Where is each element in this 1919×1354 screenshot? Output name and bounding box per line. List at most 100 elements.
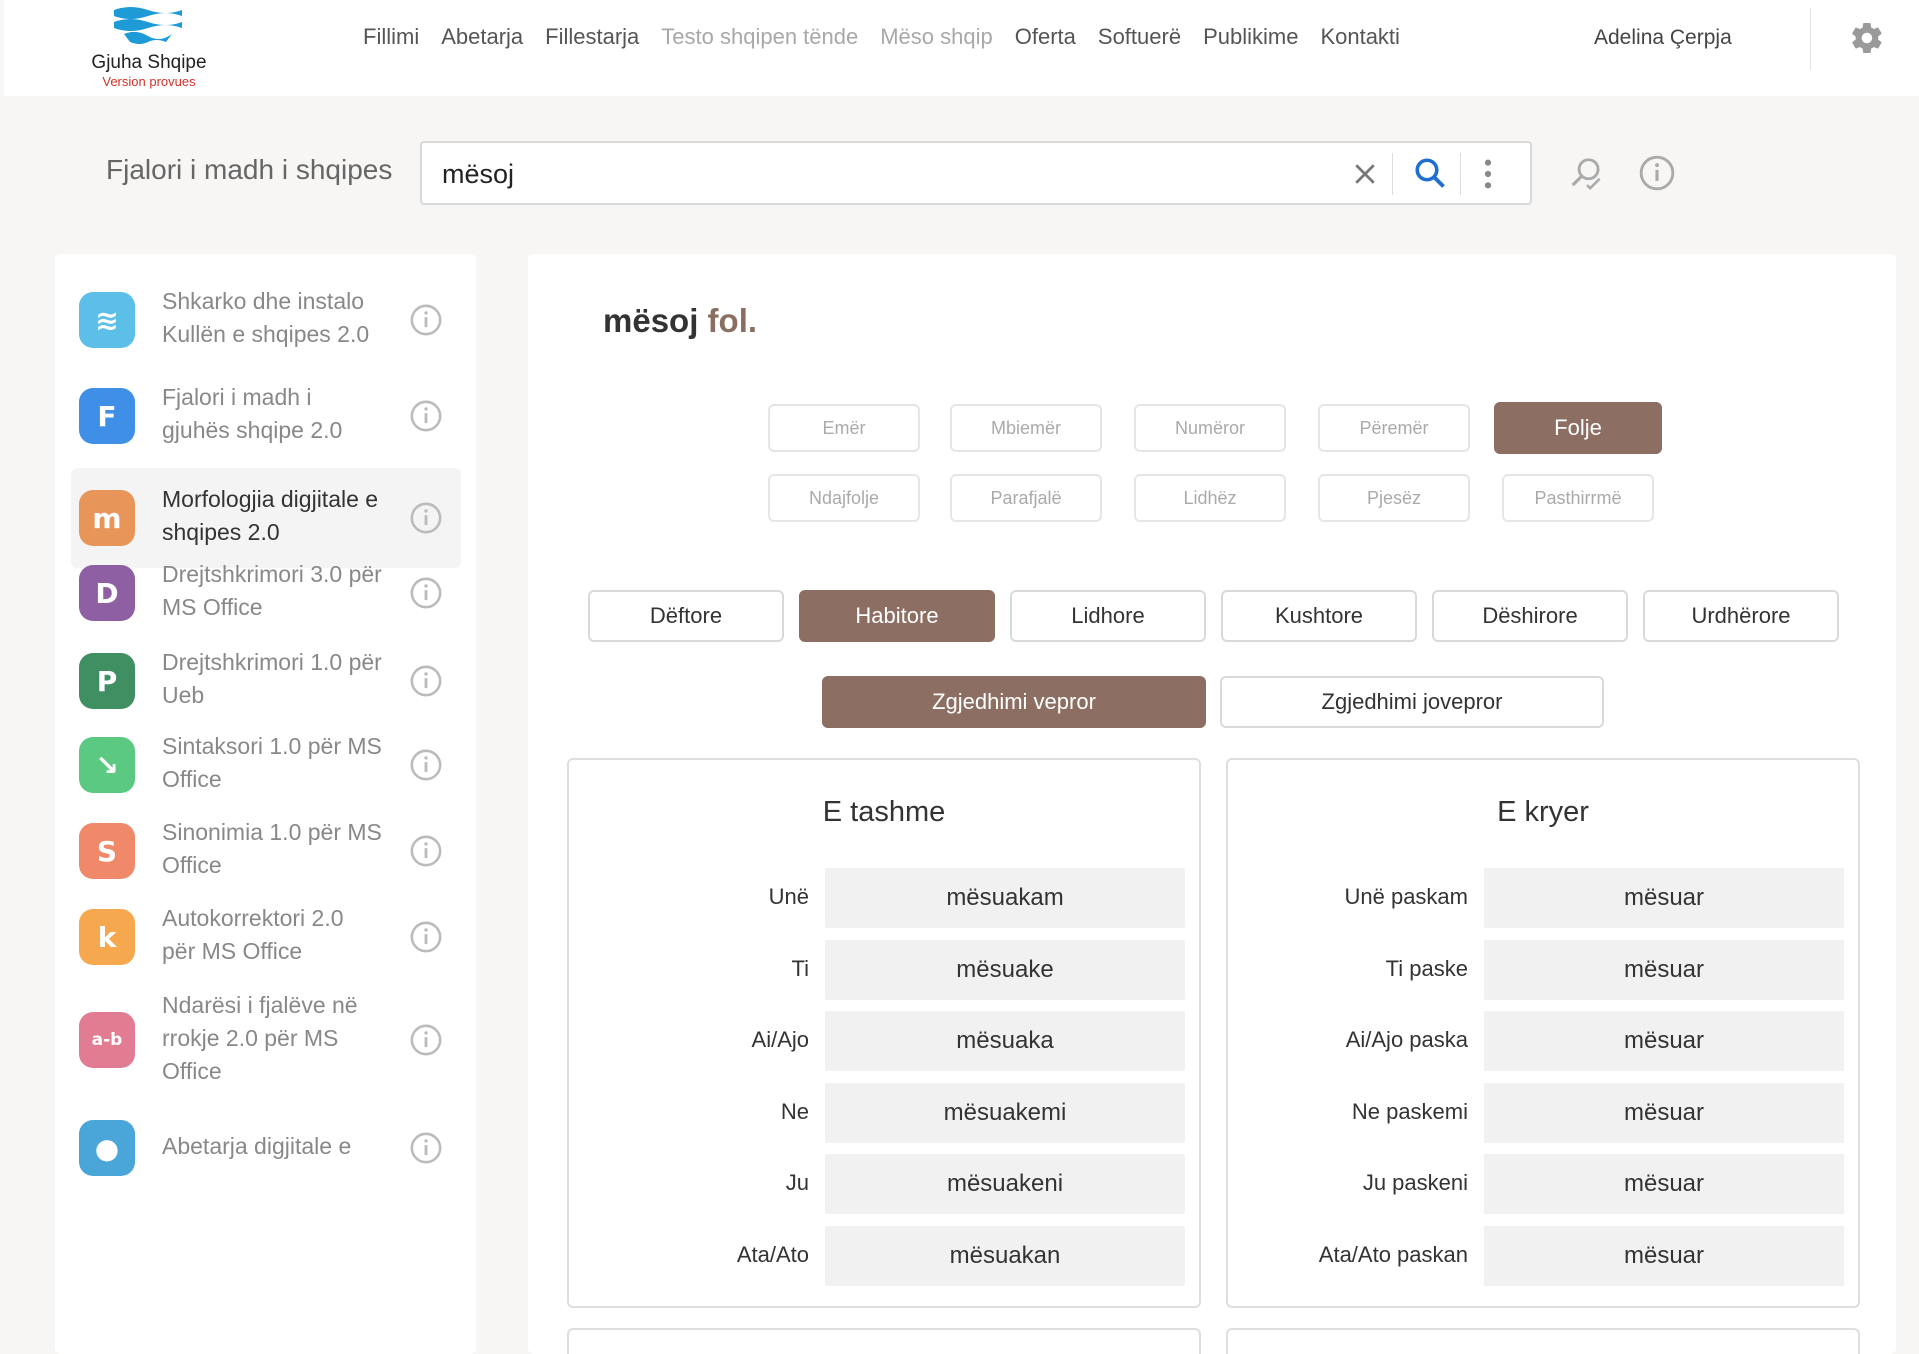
pos-button[interactable]: Emër (768, 404, 920, 452)
verb-form: mësuakemi (825, 1082, 1185, 1143)
info-icon[interactable] (409, 501, 443, 535)
top-bar: Gjuha Shqipe Version provues Fillimi Abet… (4, 0, 1919, 96)
info-icon[interactable] (409, 748, 443, 782)
nav-item[interactable]: Kontakti (1309, 24, 1411, 54)
tense-card: E kryer Unë paskam mësuar Ti paske mësuar Ai/… (1226, 758, 1860, 1308)
nav-item[interactable]: Oferta (1004, 24, 1087, 54)
dictionary-title[interactable]: Fjalori i madh i shqipes (106, 154, 392, 186)
mood-tab[interactable]: Dëftore (588, 590, 784, 642)
pos-button[interactable]: Mbiemër (950, 404, 1102, 452)
pos-button[interactable]: Përemër (1318, 404, 1470, 452)
sidebar-app-label: Autokorrektori 2.0 për MS Office (162, 905, 344, 964)
info-icon[interactable] (409, 834, 443, 868)
sidebar-app-item[interactable]: S Sinonimia 1.0 për MS Office (71, 810, 461, 892)
more-vertical-icon[interactable] (1480, 157, 1496, 191)
logo-waves-icon (114, 7, 182, 44)
sidebar-app-label: Sinonimia 1.0 për MS Office (162, 819, 382, 878)
voice-tab[interactable]: Zgjedhimi vepror (822, 676, 1206, 728)
sidebar-app-item[interactable]: ≋ Shkarko dhe instalo Kullën e shqipes 2.… (71, 270, 461, 370)
s-letter-icon: S (79, 823, 135, 879)
sidebar-app-label: Ndarësi i fjalëve në rrokje 2.0 për MS O… (162, 991, 358, 1084)
clear-icon[interactable] (1350, 159, 1380, 189)
bird-icon: ● (79, 1120, 135, 1176)
verb-form: mësuakam (825, 868, 1185, 928)
logo[interactable]: Gjuha Shqipe Version provues (84, 4, 214, 90)
pos-button[interactable]: Ndajfolje (768, 474, 920, 522)
info-icon[interactable] (409, 1131, 443, 1165)
info-icon[interactable] (409, 664, 443, 698)
pos-button[interactable]: Lidhëz (1134, 474, 1286, 522)
info-icon[interactable] (409, 399, 443, 433)
info-icon[interactable] (409, 576, 443, 610)
sidebar-app-item[interactable]: k Autokorrektori 2.0 për MS Office (71, 896, 461, 978)
verb-form: mësuar (1484, 1011, 1844, 1071)
person-label: Ai/Ajo paska (1345, 1027, 1468, 1052)
verb-form: mësuaka (825, 1011, 1185, 1071)
verb-form: mësuake (825, 939, 1185, 1000)
person-label: Ata/Ato paskan (1318, 1241, 1468, 1267)
voice-tab[interactable]: Zgjedhimi jovepror (1220, 676, 1604, 728)
person-label: Ata/Ato (736, 1241, 809, 1267)
tense-card (1226, 1328, 1860, 1354)
sidebar-app-label: Drejtshkrimori 1.0 për Ueb (162, 649, 382, 708)
syntax-icon: ↘ (79, 737, 135, 793)
ab-icon: a-b (79, 1012, 135, 1068)
mood-tab[interactable]: Dëshirore (1432, 590, 1628, 642)
person-label: Ai/Ajo (751, 1027, 809, 1052)
sidebar-app-item[interactable]: D Drejtshkrimori 3.0 për MS Office (71, 552, 461, 634)
pos-button[interactable]: Folje (1494, 402, 1662, 454)
sidebar-app-item[interactable]: F Fjalori i madh i gjuhës shqipe 2.0 (71, 372, 461, 460)
k-letter-icon: k (79, 909, 135, 965)
verb-form: mësuar (1484, 1082, 1844, 1143)
tense-card (567, 1328, 1201, 1354)
sidebar-app-item[interactable]: P Drejtshkrimori 1.0 për Ueb (71, 640, 461, 722)
nav-item[interactable]: Mëso shqip (869, 24, 1004, 54)
d-letter-icon: D (79, 565, 135, 621)
user-name[interactable]: Adelina Çerpja (1594, 26, 1732, 50)
search-icon[interactable] (1412, 155, 1448, 191)
sidebar-app-item[interactable]: a-b Ndarësi i fjalëve në rrokje 2.0 për M… (71, 990, 461, 1090)
pos-button[interactable]: Pjesëz (1318, 474, 1470, 522)
mood-tab[interactable]: Urdhërore (1643, 590, 1839, 642)
nav-item[interactable]: Softuerë (1087, 24, 1192, 54)
m-letter-icon: m (79, 490, 135, 546)
advanced-search-icon[interactable] (1568, 155, 1606, 193)
tense-card: E tashme Unë mësuakam Ti mësuake Ai/Ajo mësuak… (567, 758, 1201, 1308)
nav-item[interactable]: Publikime (1192, 24, 1309, 54)
gear-icon[interactable] (1849, 20, 1885, 56)
p-letter-icon: P (79, 653, 135, 709)
nav-item[interactable]: Fillimi (352, 24, 430, 54)
headword-pos: fol. (707, 302, 758, 339)
pos-button[interactable]: Numëror (1134, 404, 1286, 452)
tense-title: E kryer (1497, 796, 1589, 828)
pos-button[interactable]: Pasthirrmë (1502, 474, 1654, 522)
info-icon[interactable] (409, 1023, 443, 1057)
person-label: Ne (780, 1098, 809, 1124)
mood-tab[interactable]: Kushtore (1221, 590, 1417, 642)
sidebar-app-label: Sintaksori 1.0 për MS Office (162, 733, 382, 792)
pos-button[interactable]: Parafjalë (950, 474, 1102, 522)
verb-form: mësuar (1484, 1154, 1844, 1214)
search-input[interactable] (442, 155, 1342, 193)
brand-title: Gjuha Shqipe (91, 52, 207, 73)
sidebar-app-item[interactable]: ↘ Sintaksori 1.0 për MS Office (71, 724, 461, 806)
info-icon[interactable] (409, 303, 443, 337)
conjugation-panel: mësoj fol. Emër Mbiemër Numëror Përemër Folj… (528, 254, 1896, 1354)
mood-tab[interactable]: Habitore (799, 590, 995, 642)
nav-item[interactable]: Abetarja (430, 24, 534, 54)
headword: mësoj fol. (603, 302, 757, 340)
divider (1460, 153, 1461, 195)
waves-icon: ≋ (79, 292, 135, 348)
mood-tab[interactable]: Lidhore (1010, 590, 1206, 642)
sidebar-app-label: Drejtshkrimori 3.0 për MS Office (162, 561, 382, 620)
person-label: Ju paskeni (1362, 1170, 1468, 1195)
apps-sidebar: ≋ Shkarko dhe instalo Kullën e shqipes 2.… (55, 254, 476, 1354)
nav-item[interactable]: Testo shqipen tënde (650, 24, 869, 54)
brand-subtitle: Version provues (102, 74, 196, 89)
nav-item[interactable]: Fillestarja (534, 24, 650, 54)
info-icon[interactable] (1638, 154, 1676, 192)
search-box (420, 141, 1532, 205)
sidebar-app-item[interactable]: ● Abetarja digjitale e (71, 1098, 461, 1198)
verb-form: mësuakan (825, 1225, 1185, 1286)
info-icon[interactable] (409, 920, 443, 954)
